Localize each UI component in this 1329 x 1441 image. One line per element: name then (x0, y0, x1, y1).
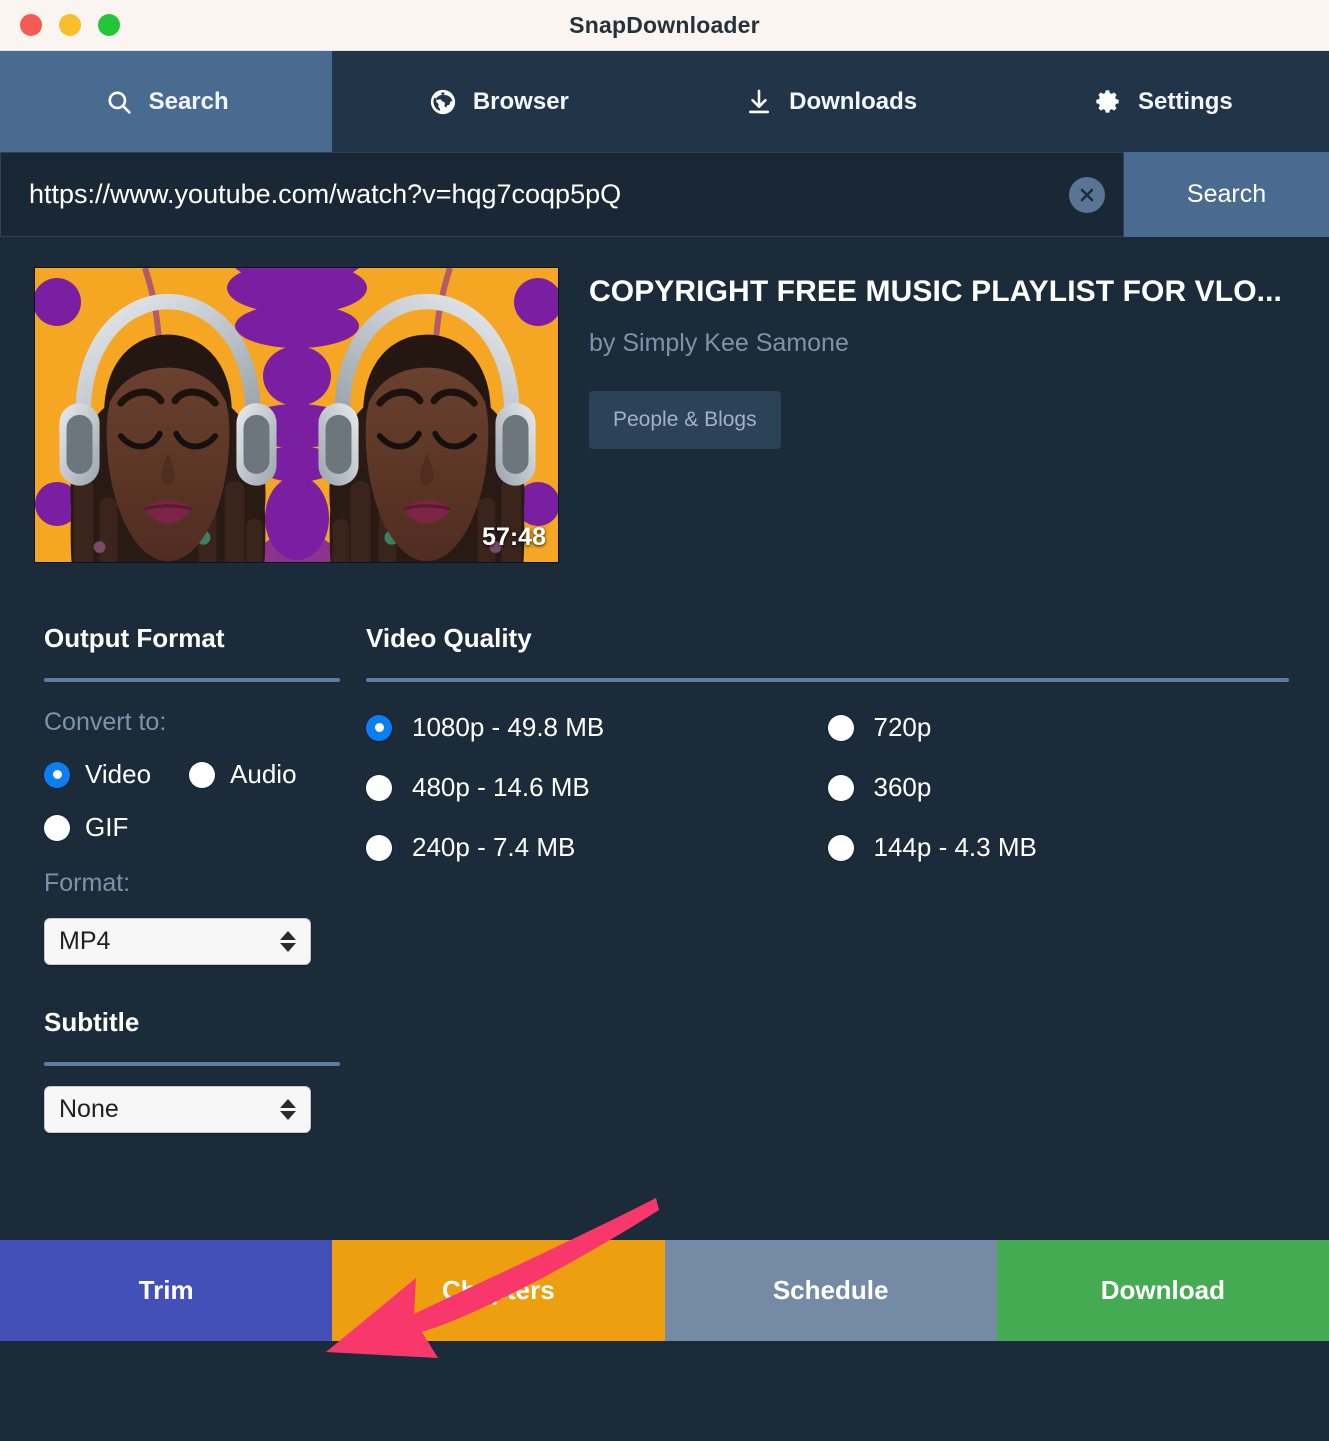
video-thumbnail[interactable]: 57:48 (34, 267, 559, 563)
radio-indicator-gif[interactable] (44, 814, 70, 841)
trim-button[interactable]: Trim (0, 1240, 333, 1341)
download-icon (744, 87, 774, 117)
minimize-window-button[interactable] (59, 14, 81, 36)
quality-label-720p: 720p (873, 712, 932, 742)
output-format-divider (44, 678, 340, 682)
video-quality-heading: Video Quality (366, 623, 532, 653)
video-summary: 57:48 COPYRIGHT FREE MUSIC PLAYLIST FOR … (0, 237, 1329, 563)
search-result-panel: 57:48 COPYRIGHT FREE MUSIC PLAYLIST FOR … (0, 237, 1329, 1358)
close-circle-icon[interactable] (1069, 176, 1105, 213)
radio-option-audio[interactable]: Audio (189, 759, 297, 790)
tab-downloads-label: Downloads (789, 87, 918, 115)
radio-label-audio: Audio (230, 759, 297, 789)
radio-indicator-360p[interactable] (827, 774, 854, 801)
url-input-value[interactable]: https://www.youtube.com/watch?v=hqg7coqp… (29, 179, 1069, 210)
radio-label-gif: GIF (85, 812, 129, 842)
radio-option-video[interactable]: Video (44, 759, 151, 790)
search-bar: https://www.youtube.com/watch?v=hqg7coqp… (0, 152, 1329, 237)
format-select[interactable]: MP4 (44, 918, 311, 965)
quality-label-480p: 480p - 14.6 MB (412, 772, 590, 802)
output-format-section: Output Format Convert to: Video Audio GI… (0, 623, 340, 1133)
video-quality-section: Video Quality 1080p - 49.8 MB 480p - 14.… (340, 623, 1329, 1133)
quality-option-1080p[interactable]: 1080p - 49.8 MB (366, 712, 828, 743)
radio-indicator-144p[interactable] (827, 834, 854, 861)
subtitle-divider (44, 1062, 340, 1066)
window-titlebar: SnapDownloader (0, 0, 1329, 51)
video-quality-divider (366, 678, 1289, 682)
convert-to-label: Convert to: (44, 708, 167, 736)
tab-browser-label: Browser (472, 87, 569, 115)
tab-settings[interactable]: Settings (997, 51, 1329, 152)
main-tabbar: Search Browser Downloads Settings (0, 51, 1329, 152)
radio-indicator-720p[interactable] (827, 714, 854, 741)
quality-label-240p: 240p - 7.4 MB (412, 832, 576, 862)
options-area: Output Format Convert to: Video Audio GI… (0, 563, 1329, 1133)
format-select-value: MP4 (59, 927, 111, 955)
search-button[interactable]: Search (1124, 152, 1329, 237)
chapters-button[interactable]: Chapters (332, 1240, 665, 1341)
close-window-button[interactable] (20, 14, 42, 36)
tab-search-label: Search (148, 87, 229, 115)
video-metadata: COPYRIGHT FREE MUSIC PLAYLIST FOR VLO...… (559, 267, 1329, 563)
subtitle-select[interactable]: None (44, 1086, 311, 1133)
convert-to-radio-row-1: Video Audio (44, 759, 340, 790)
video-title: COPYRIGHT FREE MUSIC PLAYLIST FOR VLO... (589, 275, 1282, 308)
tab-browser[interactable]: Browser (332, 51, 664, 152)
video-quality-options: 1080p - 49.8 MB 480p - 14.6 MB 240p - 7.… (366, 712, 1289, 892)
radio-indicator-240p[interactable] (366, 834, 392, 861)
video-quality-column-left: 1080p - 49.8 MB 480p - 14.6 MB 240p - 7.… (366, 712, 828, 892)
video-author: by Simply Kee Samone (589, 329, 849, 357)
tab-settings-label: Settings (1138, 87, 1233, 115)
quality-option-360p[interactable]: 360p (827, 772, 1290, 803)
radio-indicator-1080p[interactable] (366, 714, 392, 741)
radio-indicator-audio[interactable] (189, 761, 216, 788)
tab-downloads[interactable]: Downloads (665, 51, 997, 152)
window-controls (0, 14, 120, 36)
search-icon (104, 87, 134, 117)
quality-option-480p[interactable]: 480p - 14.6 MB (366, 772, 828, 803)
quality-option-720p[interactable]: 720p (827, 712, 1290, 743)
video-category-badge[interactable]: People & Blogs (589, 391, 781, 449)
subtitle-select-value: None (59, 1095, 119, 1123)
quality-option-144p[interactable]: 144p - 4.3 MB (827, 832, 1290, 863)
radio-indicator-480p[interactable] (366, 774, 392, 801)
convert-to-radio-row-2: GIF (44, 812, 340, 843)
video-quality-column-right: 720p 360p 144p - 4.3 MB (827, 712, 1290, 892)
radio-option-gif[interactable]: GIF (44, 812, 128, 843)
snapdownloader-window: SnapDownloader Search Browser Downloads … (0, 0, 1329, 1441)
globe-icon (428, 87, 458, 117)
video-duration: 57:48 (482, 523, 546, 551)
tab-search[interactable]: Search (0, 51, 333, 152)
schedule-button[interactable]: Schedule (664, 1240, 997, 1341)
radio-label-video: Video (85, 759, 152, 789)
quality-label-144p: 144p - 4.3 MB (873, 832, 1037, 862)
download-button[interactable]: Download (996, 1240, 1329, 1341)
subtitle-heading: Subtitle (44, 1007, 140, 1037)
action-button-bar: Trim Chapters Schedule Download (0, 1240, 1329, 1341)
window-title: SnapDownloader (569, 11, 760, 38)
stepper-arrows-icon[interactable] (280, 931, 296, 952)
url-input[interactable]: https://www.youtube.com/watch?v=hqg7coqp… (0, 152, 1124, 237)
stepper-arrows-icon[interactable] (280, 1099, 296, 1120)
format-label: Format: (44, 869, 131, 897)
output-format-heading: Output Format (44, 623, 225, 653)
radio-indicator-video[interactable] (44, 761, 70, 788)
quality-label-1080p: 1080p - 49.8 MB (412, 712, 605, 742)
quality-label-360p: 360p (873, 772, 932, 802)
quality-option-240p[interactable]: 240p - 7.4 MB (366, 832, 828, 863)
gear-icon (1093, 87, 1123, 117)
maximize-window-button[interactable] (98, 14, 120, 36)
